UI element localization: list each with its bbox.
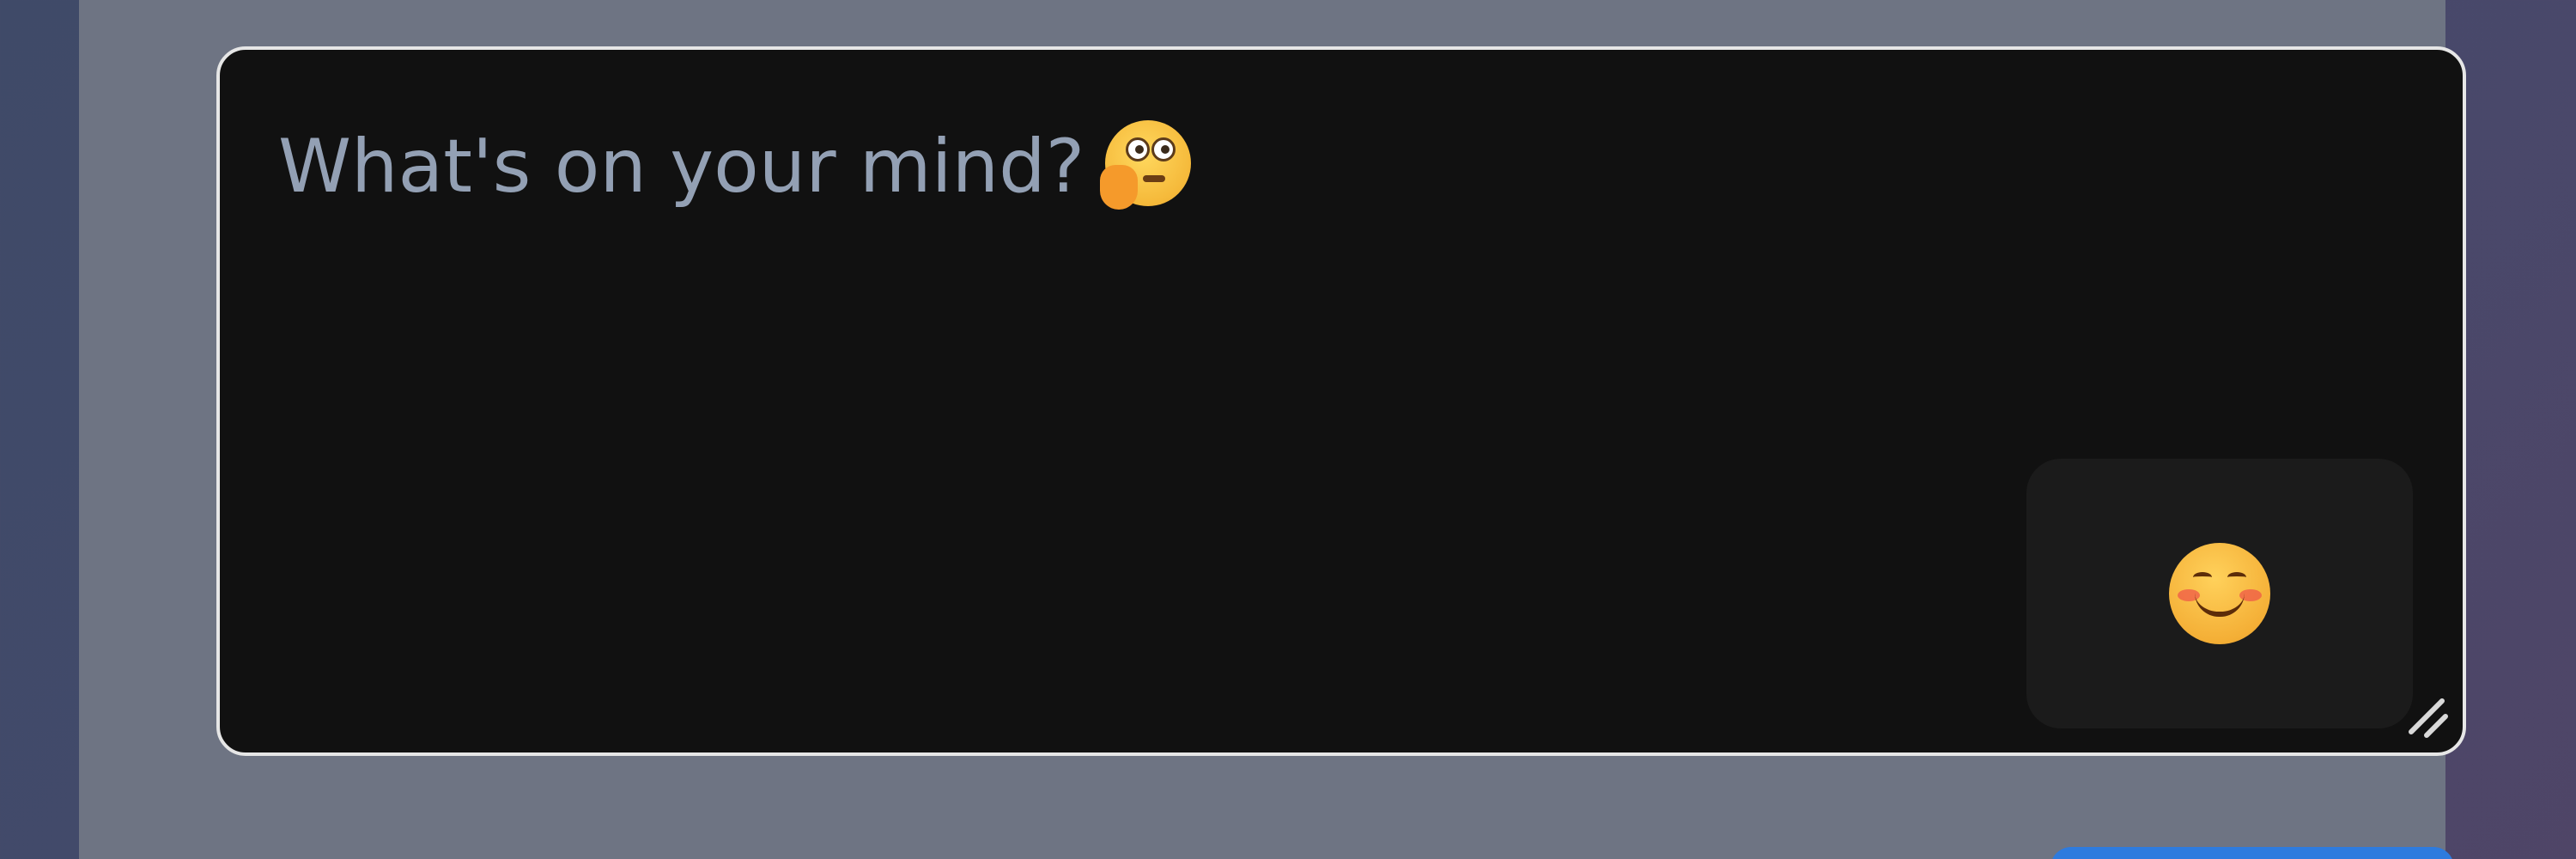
smiling-face-icon	[2169, 543, 2270, 644]
emoji-picker-button[interactable]	[2026, 459, 2413, 728]
composer-panel: What's on your mind?	[79, 0, 2466, 859]
resize-handle-icon[interactable]	[2403, 692, 2451, 740]
post-button[interactable]	[2050, 847, 2454, 859]
post-placeholder: What's on your mind?	[278, 120, 1192, 210]
thinking-face-icon	[1100, 120, 1192, 210]
placeholder-text: What's on your mind?	[278, 124, 1085, 210]
post-textarea[interactable]: What's on your mind?	[216, 46, 2466, 756]
